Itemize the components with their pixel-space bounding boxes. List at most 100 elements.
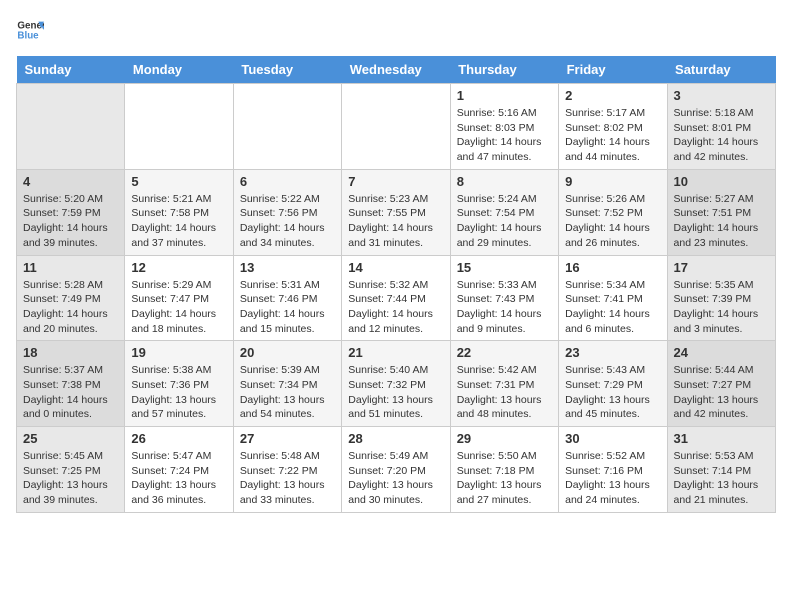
calendar-cell: 30 Sunrise: 5:52 AM Sunset: 7:16 PM Dayli… (559, 427, 667, 513)
day-number: 26 (131, 431, 226, 446)
day-number: 28 (348, 431, 443, 446)
day-number: 9 (565, 174, 660, 189)
day-number: 10 (674, 174, 769, 189)
calendar-table: SundayMondayTuesdayWednesdayThursdayFrid… (16, 56, 776, 513)
day-number: 5 (131, 174, 226, 189)
day-info: Sunrise: 5:26 AM Sunset: 7:52 PM Dayligh… (565, 192, 660, 251)
day-number: 11 (23, 260, 118, 275)
day-info: Sunrise: 5:18 AM Sunset: 8:01 PM Dayligh… (674, 106, 769, 165)
day-info: Sunrise: 5:21 AM Sunset: 7:58 PM Dayligh… (131, 192, 226, 251)
day-number: 2 (565, 88, 660, 103)
day-info: Sunrise: 5:40 AM Sunset: 7:32 PM Dayligh… (348, 363, 443, 422)
day-info: Sunrise: 5:47 AM Sunset: 7:24 PM Dayligh… (131, 449, 226, 508)
day-info: Sunrise: 5:22 AM Sunset: 7:56 PM Dayligh… (240, 192, 335, 251)
day-of-week-header: Thursday (450, 56, 558, 84)
calendar-header-row: SundayMondayTuesdayWednesdayThursdayFrid… (17, 56, 776, 84)
day-info: Sunrise: 5:52 AM Sunset: 7:16 PM Dayligh… (565, 449, 660, 508)
day-info: Sunrise: 5:42 AM Sunset: 7:31 PM Dayligh… (457, 363, 552, 422)
day-number: 16 (565, 260, 660, 275)
calendar-cell (342, 84, 450, 170)
day-info: Sunrise: 5:48 AM Sunset: 7:22 PM Dayligh… (240, 449, 335, 508)
calendar-week-row: 18 Sunrise: 5:37 AM Sunset: 7:38 PM Dayli… (17, 341, 776, 427)
day-number: 15 (457, 260, 552, 275)
day-number: 27 (240, 431, 335, 446)
day-info: Sunrise: 5:32 AM Sunset: 7:44 PM Dayligh… (348, 278, 443, 337)
calendar-cell: 4 Sunrise: 5:20 AM Sunset: 7:59 PM Daylig… (17, 169, 125, 255)
calendar-cell: 14 Sunrise: 5:32 AM Sunset: 7:44 PM Dayli… (342, 255, 450, 341)
day-info: Sunrise: 5:38 AM Sunset: 7:36 PM Dayligh… (131, 363, 226, 422)
day-number: 17 (674, 260, 769, 275)
day-number: 20 (240, 345, 335, 360)
calendar-cell: 26 Sunrise: 5:47 AM Sunset: 7:24 PM Dayli… (125, 427, 233, 513)
calendar-cell: 19 Sunrise: 5:38 AM Sunset: 7:36 PM Dayli… (125, 341, 233, 427)
day-number: 3 (674, 88, 769, 103)
calendar-cell: 3 Sunrise: 5:18 AM Sunset: 8:01 PM Daylig… (667, 84, 775, 170)
day-info: Sunrise: 5:20 AM Sunset: 7:59 PM Dayligh… (23, 192, 118, 251)
calendar-cell: 25 Sunrise: 5:45 AM Sunset: 7:25 PM Dayli… (17, 427, 125, 513)
calendar-cell: 31 Sunrise: 5:53 AM Sunset: 7:14 PM Dayli… (667, 427, 775, 513)
day-of-week-header: Monday (125, 56, 233, 84)
calendar-cell: 21 Sunrise: 5:40 AM Sunset: 7:32 PM Dayli… (342, 341, 450, 427)
day-of-week-header: Sunday (17, 56, 125, 84)
page-header: General Blue (16, 16, 776, 44)
day-of-week-header: Saturday (667, 56, 775, 84)
logo: General Blue (16, 16, 48, 44)
day-number: 19 (131, 345, 226, 360)
logo-icon: General Blue (16, 16, 44, 44)
day-info: Sunrise: 5:17 AM Sunset: 8:02 PM Dayligh… (565, 106, 660, 165)
calendar-cell: 13Sunrise: 5:31 AM Sunset: 7:46 PM Dayli… (233, 255, 341, 341)
calendar-cell: 10 Sunrise: 5:27 AM Sunset: 7:51 PM Dayli… (667, 169, 775, 255)
day-info: Sunrise: 5:33 AM Sunset: 7:43 PM Dayligh… (457, 278, 552, 337)
calendar-cell (233, 84, 341, 170)
day-number: 18 (23, 345, 118, 360)
day-number: 21 (348, 345, 443, 360)
day-info: Sunrise: 5:39 AM Sunset: 7:34 PM Dayligh… (240, 363, 335, 422)
calendar-cell: 2 Sunrise: 5:17 AM Sunset: 8:02 PM Daylig… (559, 84, 667, 170)
calendar-cell: 7Sunrise: 5:23 AM Sunset: 7:55 PM Daylig… (342, 169, 450, 255)
calendar-week-row: 25 Sunrise: 5:45 AM Sunset: 7:25 PM Dayli… (17, 427, 776, 513)
day-number: 31 (674, 431, 769, 446)
day-number: 8 (457, 174, 552, 189)
day-info: Sunrise: 5:29 AM Sunset: 7:47 PM Dayligh… (131, 278, 226, 337)
calendar-cell: 8 Sunrise: 5:24 AM Sunset: 7:54 PM Daylig… (450, 169, 558, 255)
day-info: Sunrise: 5:23 AM Sunset: 7:55 PM Dayligh… (348, 192, 443, 251)
calendar-cell: 15 Sunrise: 5:33 AM Sunset: 7:43 PM Dayli… (450, 255, 558, 341)
calendar-cell: 24Sunrise: 5:44 AM Sunset: 7:27 PM Dayli… (667, 341, 775, 427)
day-of-week-header: Friday (559, 56, 667, 84)
calendar-cell: 23 Sunrise: 5:43 AM Sunset: 7:29 PM Dayli… (559, 341, 667, 427)
calendar-cell: 9 Sunrise: 5:26 AM Sunset: 7:52 PM Daylig… (559, 169, 667, 255)
calendar-cell: 1Sunrise: 5:16 AM Sunset: 8:03 PM Daylig… (450, 84, 558, 170)
day-of-week-header: Tuesday (233, 56, 341, 84)
day-info: Sunrise: 5:53 AM Sunset: 7:14 PM Dayligh… (674, 449, 769, 508)
day-number: 14 (348, 260, 443, 275)
day-of-week-header: Wednesday (342, 56, 450, 84)
day-number: 23 (565, 345, 660, 360)
day-info: Sunrise: 5:16 AM Sunset: 8:03 PM Dayligh… (457, 106, 552, 165)
calendar-cell: 29Sunrise: 5:50 AM Sunset: 7:18 PM Dayli… (450, 427, 558, 513)
calendar-cell: 18 Sunrise: 5:37 AM Sunset: 7:38 PM Dayli… (17, 341, 125, 427)
calendar-week-row: 11 Sunrise: 5:28 AM Sunset: 7:49 PM Dayli… (17, 255, 776, 341)
calendar-cell: 11 Sunrise: 5:28 AM Sunset: 7:49 PM Dayli… (17, 255, 125, 341)
calendar-week-row: 4 Sunrise: 5:20 AM Sunset: 7:59 PM Daylig… (17, 169, 776, 255)
day-info: Sunrise: 5:34 AM Sunset: 7:41 PM Dayligh… (565, 278, 660, 337)
calendar-cell: 28Sunrise: 5:49 AM Sunset: 7:20 PM Dayli… (342, 427, 450, 513)
calendar-cell: 6 Sunrise: 5:22 AM Sunset: 7:56 PM Daylig… (233, 169, 341, 255)
day-number: 29 (457, 431, 552, 446)
day-number: 25 (23, 431, 118, 446)
day-info: Sunrise: 5:24 AM Sunset: 7:54 PM Dayligh… (457, 192, 552, 251)
day-info: Sunrise: 5:43 AM Sunset: 7:29 PM Dayligh… (565, 363, 660, 422)
day-info: Sunrise: 5:28 AM Sunset: 7:49 PM Dayligh… (23, 278, 118, 337)
calendar-cell: 20 Sunrise: 5:39 AM Sunset: 7:34 PM Dayli… (233, 341, 341, 427)
day-number: 4 (23, 174, 118, 189)
calendar-cell: 16 Sunrise: 5:34 AM Sunset: 7:41 PM Dayli… (559, 255, 667, 341)
svg-text:Blue: Blue (17, 30, 39, 41)
day-number: 6 (240, 174, 335, 189)
day-info: Sunrise: 5:44 AM Sunset: 7:27 PM Dayligh… (674, 363, 769, 422)
day-info: Sunrise: 5:27 AM Sunset: 7:51 PM Dayligh… (674, 192, 769, 251)
day-info: Sunrise: 5:37 AM Sunset: 7:38 PM Dayligh… (23, 363, 118, 422)
calendar-cell: 17 Sunrise: 5:35 AM Sunset: 7:39 PM Dayli… (667, 255, 775, 341)
calendar-cell: 12Sunrise: 5:29 AM Sunset: 7:47 PM Dayli… (125, 255, 233, 341)
day-info: Sunrise: 5:35 AM Sunset: 7:39 PM Dayligh… (674, 278, 769, 337)
day-number: 30 (565, 431, 660, 446)
day-info: Sunrise: 5:45 AM Sunset: 7:25 PM Dayligh… (23, 449, 118, 508)
